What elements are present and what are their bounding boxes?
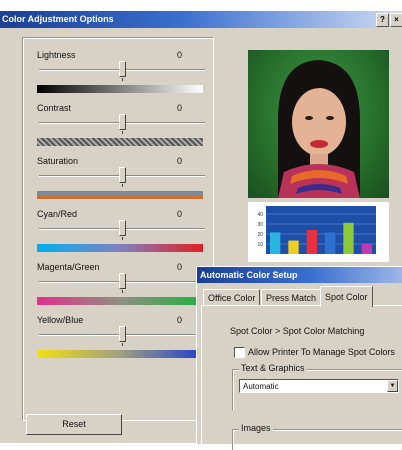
chart-bar [343,222,354,254]
chevron-down-icon[interactable]: ▼ [387,380,398,392]
text-graphics-group: Text & Graphics Automatic ▼ [232,363,402,410]
chart-y-tick-label: 10 [257,242,263,248]
chart-bar [270,232,281,254]
slider-tick [122,290,123,293]
close-button[interactable]: × [390,13,402,27]
tab-office-color[interactable]: Office Color [203,289,261,306]
chart-y-tick-label: 20 [257,232,263,238]
chart-bar [288,240,299,254]
portrait-illustration [278,60,360,198]
preview-chart: 40 30 20 10 [248,202,389,262]
slider-label: Magenta/Green [37,262,100,272]
slider-lightness: Lightness 0 [37,50,207,100]
chart-plot-area [266,206,376,254]
slider-saturation: Saturation 0 [37,156,207,206]
preview-photo [248,50,389,198]
slider-yellow-blue: Yellow/Blue 0 [37,315,207,365]
slider-value: 0 [177,262,183,272]
yellow-blue-gradient-bar [37,350,203,358]
slider-thumb[interactable] [119,220,126,236]
images-group: Images [232,423,402,450]
reset-button[interactable]: Reset [26,414,122,435]
slider-tick [122,184,123,187]
slider-label: Cyan/Red [37,209,78,219]
chart-y-tick-label: 30 [257,222,263,228]
chart-bar [306,230,317,254]
slider-label: Lightness [37,50,76,60]
automatic-color-setup-window: Automatic Color Setup Office Color Press… [196,266,402,450]
slider-value: 0 [177,50,183,60]
text-graphics-dropdown[interactable]: Automatic ▼ [239,379,399,393]
contrast-gradient-bar [37,138,203,146]
slider-tick [122,78,123,81]
chart-y-tick-label: 40 [257,212,263,218]
chart-bar [325,232,336,254]
chart-bar [361,243,372,254]
slider-value: 0 [177,209,183,219]
allow-printer-checkbox[interactable] [234,347,245,358]
slider-thumb[interactable] [119,114,126,130]
text-graphics-value: Automatic [243,382,279,391]
slider-value: 0 [177,315,183,325]
slider-magenta-green: Magenta/Green 0 [37,262,207,312]
slider-tick [122,343,123,346]
images-label: Images [239,423,273,433]
slider-thumb[interactable] [119,326,126,342]
slider-label: Contrast [37,103,72,113]
help-button[interactable]: ? [376,13,389,27]
slider-thumb[interactable] [119,273,126,289]
popup-title: Automatic Color Setup [200,270,298,280]
slider-label: Saturation [37,156,79,166]
magenta-green-gradient-bar [37,297,203,305]
slider-value: 0 [177,103,183,113]
slider-tick [122,131,123,134]
slider-contrast: Contrast 0 [37,103,207,153]
slider-label: Yellow/Blue [37,315,84,325]
popup-title-bar[interactable]: Automatic Color Setup [197,267,402,283]
slider-value: 0 [177,156,183,166]
cyan-red-gradient-bar [37,244,203,252]
preview-chart-svg: 40 30 20 10 [257,206,376,254]
text-graphics-label: Text & Graphics [239,363,307,373]
slider-cyan-red: Cyan/Red 0 [37,209,207,259]
saturation-gradient-bar [37,191,203,199]
spot-color-panel: Spot Color > Spot Color Matching Allow P… [201,305,402,450]
lightness-gradient-bar [37,85,203,93]
allow-printer-label: Allow Printer To Manage Spot Colors [248,347,395,357]
tab-spot-color[interactable]: Spot Color [320,286,373,307]
slider-tick [122,237,123,240]
tab-press-match[interactable]: Press Match [261,289,322,306]
slider-thumb[interactable] [119,167,126,183]
slider-thumb[interactable] [119,61,126,77]
window-title: Color Adjustment Options [2,14,114,24]
section-title: Spot Color > Spot Color Matching [230,326,365,336]
adjustment-group: Lightness 0 Contrast 0 Saturation 0 Cyan… [22,37,214,421]
window-title-bar[interactable]: Color Adjustment Options [0,11,402,28]
